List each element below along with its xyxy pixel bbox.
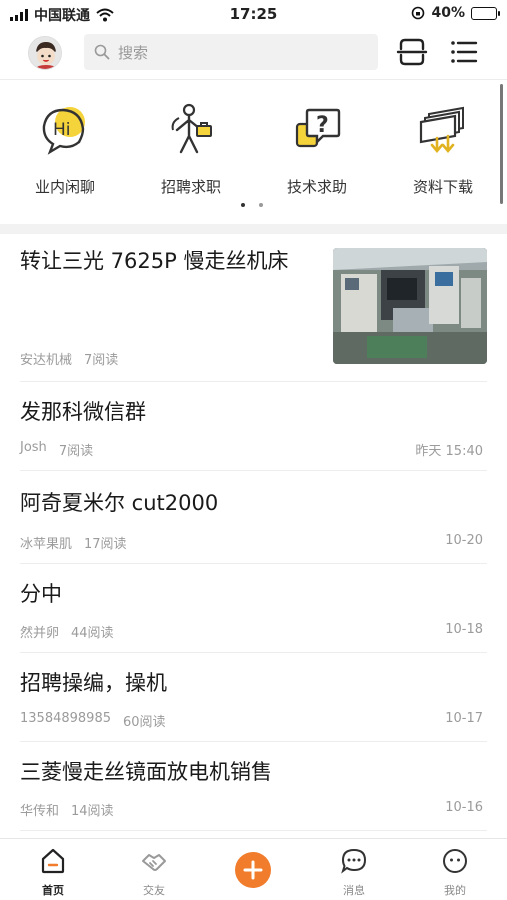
post-item[interactable]: 招聘操编，操机 13584898985 60阅读 10-17 [20,653,487,742]
carousel-pager [241,203,263,207]
post-thumbnail-image[interactable] [333,248,487,364]
avatar[interactable] [28,36,62,70]
post-item[interactable]: 三菱慢走丝镜面放电机销售 华传和 14阅读 10-16 [20,742,487,831]
tab-messages[interactable]: 消息 [324,847,384,898]
search-input[interactable]: 搜索 [84,34,378,70]
profile-icon [443,849,467,873]
post-title: 三菱慢走丝镜面放电机销售 [20,760,272,784]
post-title: 招聘操编，操机 [20,671,167,695]
post-reads: 17阅读 [84,537,127,552]
message-icon [341,848,367,874]
tab-profile[interactable]: 我的 [425,847,485,898]
post-meta: 然并卵 44阅读 [20,622,114,641]
help-question-icon: ? [295,108,341,148]
post-item[interactable]: 发那科微信群 Josh 7阅读 昨天 15:40 [20,382,487,471]
handshake-icon [142,854,166,871]
post-reads: 14阅读 [71,804,114,819]
post-date: 10-16 [445,800,483,815]
scrollbar[interactable] [500,84,503,204]
post-title: 阿奇夏米尔 cut2000 [20,491,219,515]
avatar-face-icon [29,37,61,69]
tab-friends[interactable]: 交友 [124,847,184,898]
status-right: 40% [411,5,500,21]
category-label: 业内闲聊 [34,178,95,196]
post-meta: 冰苹果肌 17阅读 [20,533,127,552]
post-meta: 13584898985 60阅读 [20,711,166,730]
post-date: 昨天 15:40 [415,444,483,459]
post-item[interactable]: 分中 然并卵 44阅读 10-18 [20,564,487,653]
category-jobs[interactable]: 招聘求职 [136,102,246,197]
svg-text:Hi: Hi [53,120,71,140]
pager-dot [259,203,263,207]
battery-percent: 40% [431,5,465,21]
post-item[interactable]: 阿奇夏米尔 cut2000 冰苹果肌 17阅读 10-20 [20,471,487,564]
post-date: 10-20 [445,533,483,548]
category-label: 招聘求职 [160,178,221,196]
tab-label: 首页 [42,884,64,897]
tab-label: 我的 [444,884,466,897]
category-carousel[interactable]: Hi 业内闲聊 招聘求职 ? 技术求助 资料下载 [0,80,507,225]
post-list: 转让三光 7625P 慢走丝机床 安达机械 7阅读 发那科微信群 Josh 7阅… [0,234,507,831]
menu-button[interactable] [448,36,480,68]
job-icon [171,103,212,154]
post-author: 冰苹果肌 [20,537,73,552]
scan-icon [396,38,428,66]
post-author: 然并卵 [20,626,60,641]
machine-photo-icon [333,248,487,364]
category-chat[interactable]: Hi 业内闲聊 [10,102,120,197]
download-icon [419,106,464,154]
tab-label: 消息 [343,884,365,897]
post-author: 华传和 [20,804,60,819]
category-label: 技术求助 [286,178,347,196]
search-placeholder: 搜索 [118,43,149,62]
svg-text:?: ? [316,113,329,138]
section-divider [0,224,507,234]
post-title: 分中 [20,582,62,606]
post-title: 发那科微信群 [20,400,146,424]
tab-label: 交友 [143,884,165,897]
post-meta: Josh 7阅读 [20,440,93,459]
post-reads: 7阅读 [84,353,119,368]
orientation-lock-icon [412,6,425,20]
tab-home[interactable]: 首页 [23,847,83,898]
post-reads: 44阅读 [71,626,114,641]
post-meta: 华传和 14阅读 [20,800,114,819]
bottom-tab-bar: 首页 交友 消息 我的 [0,838,507,900]
menu-icon [451,41,478,63]
plus-icon [243,860,263,880]
post-meta: 安达机械 7阅读 [20,349,118,368]
category-tech-help[interactable]: ? 技术求助 [262,102,372,197]
category-downloads[interactable]: 资料下载 [388,102,498,197]
post-date: 10-17 [445,711,483,726]
battery-icon [471,6,500,20]
post-title: 转让三光 7625P 慢走丝机床 [20,249,289,273]
post-author: 13584898985 [20,711,111,726]
status-bar: 中国联通 17:25 40% [0,0,507,30]
chat-hi-icon: Hi [42,107,85,155]
post-date: 10-18 [445,622,483,637]
post-author: 安达机械 [20,353,73,368]
add-post-button[interactable] [235,852,271,888]
category-label: 资料下载 [412,178,473,196]
search-icon [94,44,110,60]
pager-dot-active [241,203,245,207]
top-header: 搜索 [0,30,507,76]
post-item[interactable]: 转让三光 7625P 慢走丝机床 安达机械 7阅读 [20,234,487,382]
home-icon [41,848,65,874]
scan-button[interactable] [396,36,428,68]
post-reads: 60阅读 [122,715,166,730]
post-reads: 7阅读 [58,444,94,459]
post-author: Josh [20,440,47,455]
